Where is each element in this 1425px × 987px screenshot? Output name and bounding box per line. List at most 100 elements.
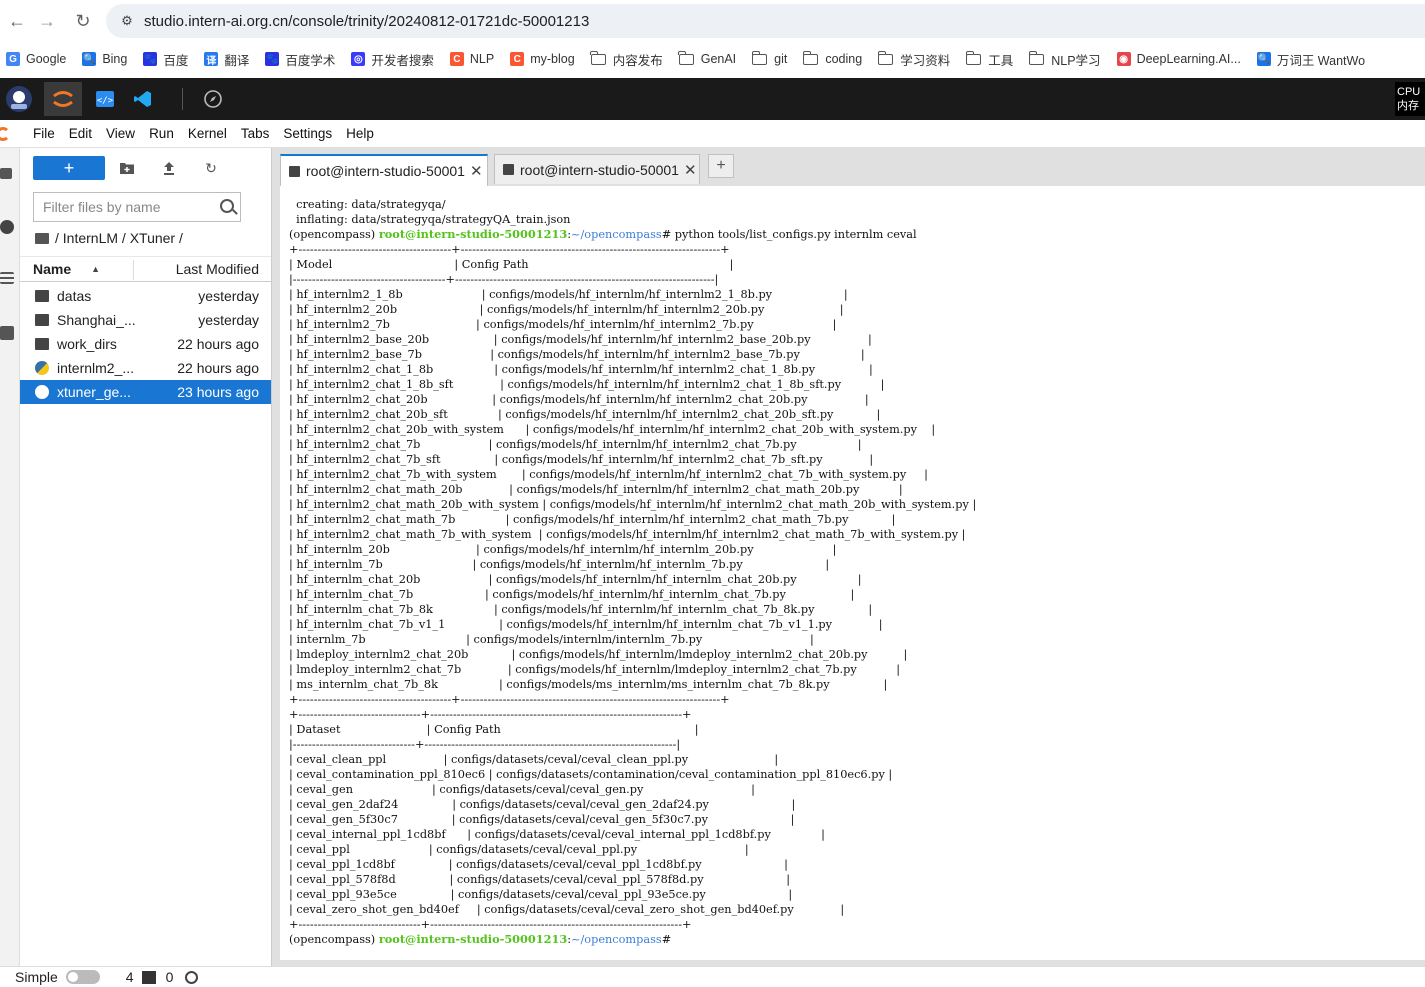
breadcrumb[interactable]: / InternLM / XTuner / — [35, 230, 183, 246]
file-row[interactable]: internlm2_... 22 hours ago — [20, 356, 271, 380]
file-modified: yesterday — [198, 288, 259, 304]
bookmark-label: coding — [825, 52, 863, 66]
csdn-icon: C — [510, 52, 525, 66]
toc-icon[interactable] — [0, 272, 14, 284]
folder-icon — [751, 50, 768, 65]
file-filter-input[interactable] — [43, 199, 213, 215]
menu-settings[interactable]: Settings — [276, 126, 339, 141]
terminal-line: |---------------------------------------… — [289, 273, 719, 286]
bookmark-item[interactable]: 内容发布 — [590, 50, 663, 69]
vscode-icon[interactable] — [124, 82, 162, 116]
close-icon[interactable]: ✕ — [684, 161, 697, 179]
menu-file[interactable]: File — [26, 126, 62, 141]
terminal-line: | hf_internlm_20b | configs/models/hf_in… — [289, 543, 837, 556]
tab-label: root@intern-studio-50001 — [306, 163, 465, 179]
bookmark-item[interactable]: 🐾 百度 — [143, 50, 188, 69]
bookmark-item[interactable]: G Google — [6, 52, 66, 66]
running-icon[interactable] — [0, 220, 14, 234]
bookmark-item[interactable]: Cmy-blog — [510, 52, 575, 66]
terminal-line: inflating: data/strategyqa/strategyQA_tr… — [289, 213, 571, 226]
tab-label: root@intern-studio-50001 — [520, 161, 679, 178]
terminal-line: | hf_internlm_chat_7b | configs/models/h… — [289, 588, 855, 601]
folder-icon — [35, 338, 49, 350]
bookmark-item[interactable]: 工具 — [965, 50, 1013, 69]
folder-icon — [1028, 50, 1045, 65]
extension-icon[interactable] — [0, 326, 14, 340]
kernels-count[interactable]: 0 — [166, 969, 174, 985]
terminal-line: |--------------------------------+------… — [289, 738, 681, 751]
add-tab-button[interactable]: + — [708, 154, 734, 178]
modified-column-header[interactable]: Last Modified — [176, 261, 259, 277]
bookmark-item[interactable]: NLP学习 — [1028, 50, 1101, 69]
terminal-line: | hf_internlm2_1_8b | configs/models/hf_… — [289, 288, 848, 301]
file-filter-field[interactable] — [33, 192, 241, 222]
url-text: studio.intern-ai.org.cn/console/trinity/… — [144, 12, 590, 30]
terminal-line: | internlm_7b | configs/models/internlm/… — [289, 633, 814, 646]
upload-icon[interactable] — [155, 156, 183, 180]
menu-kernel[interactable]: Kernel — [181, 126, 234, 141]
terminal-line: | hf_internlm2_chat_20b | configs/models… — [289, 393, 869, 406]
bookmark-label: 万词王 WantWo — [1276, 53, 1366, 68]
file-name: datas — [57, 288, 92, 304]
terminal-line: | hf_internlm2_chat_7b_sft | configs/mod… — [289, 453, 874, 466]
terminals-count[interactable]: 4 — [126, 969, 134, 985]
bookmark-item[interactable]: ◎ 开发者搜索 — [351, 50, 434, 69]
address-bar[interactable]: ⚙ studio.intern-ai.org.cn/console/trinit… — [106, 4, 1425, 38]
breadcrumb-path[interactable]: / InternLM / XTuner / — [55, 230, 183, 246]
bookmark-label: 百度学术 — [285, 53, 336, 68]
code-editor-icon[interactable]: </> — [86, 82, 124, 116]
prompt-path: ~/opencompass — [571, 228, 662, 241]
bookmark-item[interactable]: 🔍 Bing — [82, 52, 127, 66]
tab-terminal-1[interactable]: root@intern-studio-50001 ✕ — [280, 154, 488, 186]
terminal-view[interactable]: creating: data/strategyqa/ inflating: da… — [280, 186, 1425, 960]
bookmark-item[interactable]: 🐾 百度学术 — [265, 50, 335, 69]
file-row[interactable]: work_dirs 22 hours ago — [20, 332, 271, 356]
intern-logo-icon[interactable] — [0, 82, 38, 116]
terminal-line: | Dataset | Config Path | — [289, 723, 699, 736]
resource-monitor[interactable]: CPU 内存 — [1395, 82, 1425, 116]
bookmark-item[interactable]: git — [751, 50, 787, 66]
terminal-line: | hf_internlm2_chat_7b_with_system | con… — [289, 468, 928, 481]
terminal-line: | ceval_ppl_578f8d | configs/datasets/ce… — [289, 873, 791, 886]
terminal-icon — [141, 970, 156, 984]
search-icon: 🔍 — [82, 52, 97, 66]
tab-terminal-2[interactable]: root@intern-studio-50001 ✕ — [494, 154, 700, 184]
terminal-line: | ceval_internal_ppl_1cd8bf | configs/da… — [289, 828, 825, 841]
bookmark-item[interactable]: C NLP — [449, 52, 494, 66]
file-row[interactable]: Shanghai_... yesterday — [20, 308, 271, 332]
name-column-header[interactable]: Name ▲ — [33, 261, 133, 277]
prompt-command: # — [661, 933, 675, 946]
new-launcher-button[interactable]: + — [33, 156, 105, 180]
file-modified: 22 hours ago — [177, 336, 259, 352]
column-divider[interactable] — [133, 260, 134, 280]
menu-edit[interactable]: Edit — [62, 126, 99, 141]
file-modified: 23 hours ago — [177, 384, 259, 400]
bookmark-item[interactable]: 学习资料 — [877, 50, 950, 69]
close-icon[interactable]: ✕ — [470, 162, 483, 180]
file-row[interactable]: xtuner_ge... 23 hours ago — [20, 380, 271, 404]
refresh-icon[interactable]: ↻ — [197, 156, 225, 180]
bookmark-item[interactable]: GenAI — [678, 50, 736, 66]
menu-help[interactable]: Help — [339, 126, 381, 141]
simple-mode-toggle[interactable] — [65, 970, 100, 984]
file-row[interactable]: datas yesterday — [20, 284, 271, 308]
terminal-line: | lmdeploy_internlm2_chat_20b | configs/… — [289, 648, 908, 661]
bookmark-item[interactable]: coding — [802, 50, 863, 66]
menu-run[interactable]: Run — [142, 126, 181, 141]
back-icon[interactable]: ← — [0, 4, 34, 38]
menu-tabs[interactable]: Tabs — [234, 126, 277, 141]
file-name: internlm2_... — [57, 360, 135, 376]
forward-icon[interactable]: → — [30, 4, 64, 38]
site-settings-icon[interactable]: ⚙ — [118, 12, 136, 30]
new-folder-icon[interactable] — [113, 156, 141, 180]
menu-view[interactable]: View — [99, 126, 142, 141]
terminal-line: | hf_internlm2_chat_7b | configs/models/… — [289, 438, 862, 451]
jupyter-icon[interactable] — [44, 82, 82, 116]
bookmark-item[interactable]: ◉ DeepLearning.AI... — [1116, 52, 1241, 66]
bookmark-item[interactable]: 译翻译 — [204, 50, 249, 69]
bookmark-item[interactable]: 🔍 万词王 WantWo — [1256, 50, 1366, 69]
reload-icon[interactable]: ↻ — [66, 4, 100, 38]
compass-icon[interactable] — [194, 82, 232, 116]
folder-icon[interactable] — [0, 168, 12, 179]
prompt-host: root@intern-studio-50001213 — [378, 932, 568, 946]
